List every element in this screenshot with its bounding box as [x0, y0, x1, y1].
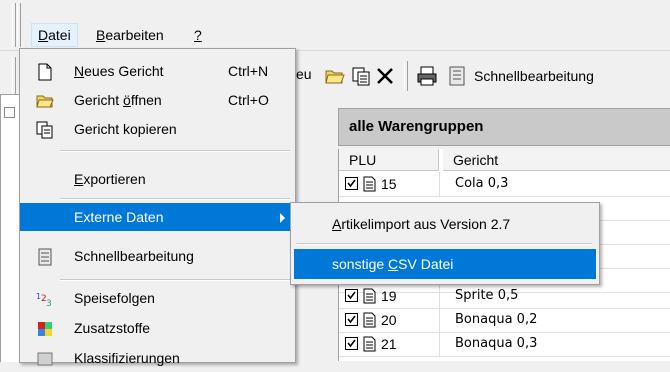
column-header-gericht-label: Gericht	[453, 152, 499, 168]
copy-icon[interactable]	[350, 65, 372, 87]
menu-item-gericht-oeffnen[interactable]: Gericht öffnen Ctrl+O	[20, 86, 295, 114]
table-row[interactable]: 19 Sprite 0,5	[339, 284, 670, 309]
plu-value: 19	[381, 288, 397, 304]
quick-edit-icon[interactable]	[446, 65, 468, 87]
copy-icon	[36, 121, 53, 139]
menubar-grip[interactable]	[12, 3, 16, 47]
document-icon	[363, 312, 376, 328]
document-icon	[363, 288, 376, 304]
submenu-item-label: sonstige CSV Datei	[332, 256, 454, 272]
menu-bearbeiten[interactable]: Bearbeiten	[90, 24, 170, 46]
column-header-gericht[interactable]: Gericht	[443, 149, 670, 171]
menu-item-label: Exportieren	[74, 171, 146, 187]
gericht-value: Bonaqua 0,2	[455, 312, 538, 327]
menu-item-speisefolgen[interactable]: 1 2 3 Speisefolgen	[20, 284, 295, 312]
quick-edit-icon	[38, 248, 52, 266]
menu-bearbeiten-label: Bearbeiten	[96, 27, 164, 43]
table-row[interactable]: 20 Bonaqua 0,2	[339, 308, 670, 333]
plu-cell: 15	[339, 172, 440, 196]
menu-datei-label: Datei	[38, 27, 71, 43]
menu-item-exportieren[interactable]: Exportieren	[20, 165, 295, 193]
menu-separator	[60, 198, 290, 200]
plu-value: 21	[381, 336, 397, 352]
menu-separator	[60, 279, 290, 281]
menu-item-shortcut: Ctrl+O	[228, 92, 269, 108]
additives-icon	[38, 322, 52, 336]
table-row[interactable]: 21 Bonaqua 0,3	[339, 332, 670, 357]
menu-help-label: ?	[194, 27, 202, 43]
new-document-icon	[38, 63, 52, 81]
menu-item-label: Gericht kopieren	[74, 121, 177, 137]
menu-item-label: Klassifizierungen	[74, 350, 180, 366]
menu-item-label: Speisefolgen	[74, 290, 155, 306]
menu-item-schnellbearbeitung[interactable]: Schnellbearbeitung	[20, 242, 295, 270]
plu-cell: 20	[339, 308, 440, 332]
datei-menu: Neues Gericht Ctrl+N Gericht öffnen Ctrl…	[19, 48, 296, 366]
group-header: alle Warengruppen	[338, 108, 670, 146]
menu-item-gericht-kopieren[interactable]: Gericht kopieren	[20, 115, 295, 143]
submenu-item-artikelimport[interactable]: Artikelimport aus Version 2.7	[294, 209, 596, 239]
toolbar-partial-label: eu	[296, 66, 312, 82]
menu-item-klassifizierungen[interactable]: Klassifizierungen	[20, 344, 295, 372]
submenu-item-label: Artikelimport aus Version 2.7	[332, 216, 511, 232]
plu-cell: 19	[339, 284, 440, 308]
open-folder-icon[interactable]	[324, 65, 346, 87]
plu-cell: 21	[339, 332, 440, 356]
menu-item-externe-daten[interactable]: Externe Daten	[20, 203, 295, 231]
submenu-item-csv-datei[interactable]: sonstige CSV Datei	[294, 249, 596, 279]
tree-expander[interactable]	[4, 107, 15, 118]
externe-daten-submenu: Artikelimport aus Version 2.7 sonstige C…	[290, 202, 600, 285]
classification-icon	[37, 352, 53, 366]
group-header-title: alle Warengruppen	[349, 118, 484, 135]
table-row[interactable]: 15 Cola 0,3	[339, 172, 670, 197]
document-icon	[363, 336, 376, 352]
menu-item-label: Zusatzstoffe	[74, 320, 151, 336]
gericht-value: Cola 0,3	[455, 176, 509, 191]
plu-value: 20	[381, 312, 397, 328]
gericht-value: Bonaqua 0,3	[455, 336, 538, 351]
menu-datei[interactable]: Datei	[31, 23, 78, 47]
menu-item-label: Externe Daten	[74, 209, 164, 225]
menu-separator	[60, 150, 290, 152]
menu-sequence-icon: 1 2 3	[36, 292, 52, 308]
toolbar-schnellbearbeitung[interactable]: Schnellbearbeitung	[474, 68, 594, 84]
toolbar-separator	[404, 61, 408, 91]
menu-item-label: Neues Gericht	[74, 63, 164, 79]
column-header-plu-label: PLU	[349, 152, 377, 168]
row-checkbox[interactable]	[345, 337, 358, 350]
menu-item-zusatzstoffe[interactable]: Zusatzstoffe	[20, 314, 295, 342]
gericht-value: Sprite 0,5	[455, 288, 519, 303]
column-header-plu[interactable]: PLU	[339, 149, 439, 171]
svg-text:3: 3	[46, 299, 52, 308]
open-folder-icon	[36, 95, 54, 108]
menu-item-label: Gericht öffnen	[74, 92, 162, 108]
submenu-arrow-icon	[280, 213, 285, 223]
menu-bar: Datei Bearbeiten ?	[0, 0, 670, 50]
plu-value: 15	[381, 176, 397, 192]
menu-help[interactable]: ?	[188, 24, 208, 46]
row-checkbox[interactable]	[345, 313, 358, 326]
delete-icon[interactable]	[374, 65, 396, 87]
submenu-separator	[296, 243, 592, 245]
menubar-grip-2[interactable]	[17, 3, 21, 47]
document-icon	[363, 176, 376, 192]
menu-item-shortcut: Ctrl+N	[228, 63, 269, 79]
row-checkbox[interactable]	[345, 177, 358, 190]
menu-item-neues-gericht[interactable]: Neues Gericht Ctrl+N	[20, 57, 295, 85]
toolbar-grip[interactable]	[12, 57, 16, 95]
row-checkbox[interactable]	[345, 289, 358, 302]
menu-item-label: Schnellbearbeitung	[74, 248, 194, 264]
print-icon[interactable]	[416, 65, 438, 87]
